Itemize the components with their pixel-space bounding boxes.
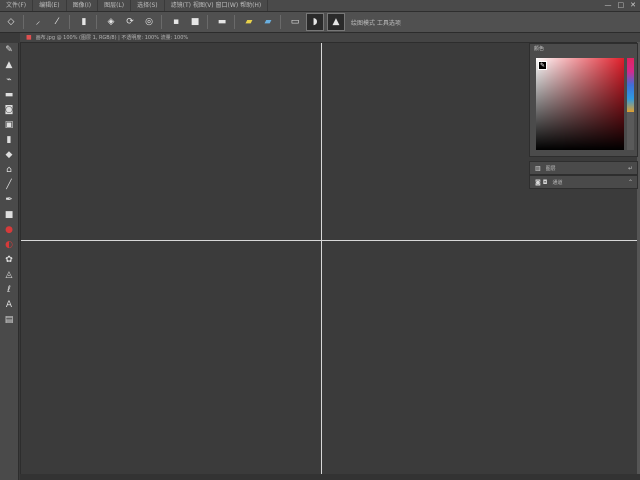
menu-more[interactable]: 滤镜(T) 视图(V) 窗口(W) 帮助(H) (165, 0, 269, 11)
options-bar: ■ 画布.jpg @ 100% (图层 1, RGB/8) | 不透明度: 10… (20, 33, 640, 42)
doc-close-icon[interactable]: ■ (26, 34, 32, 41)
crop-icon[interactable]: ◈ (103, 14, 119, 30)
hue-slider-track (627, 112, 634, 150)
menu-image[interactable]: 图像(I) (67, 0, 99, 11)
main-toolbar: ◇ ⸝ ⁄ ▮ ◈ ⟳ ◎ ▪ ■ ▬ ▰ ▰ ▭ ◗ ▲ 绘图模式 工具选项 (0, 12, 640, 33)
lasso-icon[interactable]: ▮ (76, 14, 92, 30)
minimize-button[interactable]: — (605, 0, 612, 11)
background-color-icon[interactable]: ● (0, 223, 18, 238)
channels-icon: ◙ ◘ (535, 178, 548, 186)
maximize-button[interactable]: □ (618, 0, 625, 11)
foreground-color-icon[interactable]: ■ (0, 208, 18, 223)
mask-icon[interactable]: ▲ (327, 13, 345, 31)
color-field[interactable]: ✎ (536, 58, 624, 150)
channels-panel-row[interactable]: ◙ ◘ 通道 ⌃ (529, 175, 638, 189)
text-icon[interactable]: ▬ (214, 14, 230, 30)
layers-row-label: 图层 (545, 165, 556, 172)
shape-icon[interactable]: ▰ (260, 14, 276, 30)
menu-select[interactable]: 选择(S) (131, 0, 165, 11)
picker-marker-icon[interactable]: ✎ (538, 61, 547, 70)
expand-icon[interactable]: ↵ (628, 165, 633, 172)
type-tool-icon[interactable]: ℓ (0, 283, 18, 298)
menu-layer[interactable]: 图层(L) (98, 0, 132, 11)
menu-edit[interactable]: 编辑(E) (33, 0, 67, 11)
hue-slider[interactable] (627, 58, 634, 112)
layers-panel-row[interactable]: ▥ 图层 ↵ (529, 161, 638, 175)
wand-tool-icon[interactable]: ▬ (0, 88, 18, 103)
pencil-icon[interactable]: ⸝ (30, 14, 46, 30)
toolbar-divider (234, 15, 235, 29)
move-tool-icon[interactable]: ✎ (0, 43, 18, 58)
window-controls: — □ ✕ (605, 0, 637, 11)
color-panel: 颜色 ✎ (529, 43, 638, 157)
toolbar-divider (207, 15, 208, 29)
status-bar (20, 474, 640, 480)
move-icon[interactable]: ▪ (168, 14, 184, 30)
toolbar-divider (161, 15, 162, 29)
fill-icon[interactable]: ◎ (141, 14, 157, 30)
folder-icon[interactable]: ▰ (241, 14, 257, 30)
zoom-icon[interactable]: ■ (187, 14, 203, 30)
brush-icon[interactable]: ◇ (3, 14, 19, 30)
brush-tool-icon[interactable]: ╱ (0, 178, 18, 193)
swatch-icon[interactable]: ▭ (287, 14, 303, 30)
eyedropper-tool-icon[interactable]: ▣ (0, 118, 18, 133)
pen-tool-icon[interactable]: ✒ (0, 193, 18, 208)
heal-tool-icon[interactable]: ▮ (0, 133, 18, 148)
crop-tool-icon[interactable]: ◙ (0, 103, 18, 118)
hand-tool-icon[interactable]: ▤ (0, 313, 18, 328)
eraser-tool-icon[interactable]: ◆ (0, 148, 18, 163)
vertical-guide[interactable] (321, 43, 322, 475)
color-panel-title: 颜色 (534, 46, 545, 52)
toolbar-divider (96, 15, 97, 29)
menu-file[interactable]: 文件(F) (0, 0, 34, 11)
layers-icon: ▥ (535, 164, 541, 172)
select-icon[interactable]: ⟳ (122, 14, 138, 30)
path-tool-icon[interactable]: ◬ (0, 268, 18, 283)
smudge-tool-icon[interactable]: ⌂ (0, 163, 18, 178)
document-tab-label[interactable]: 画布.jpg @ 100% (图层 1, RGB/8) | 不透明度: 100%… (36, 34, 188, 41)
gradient-tool-icon[interactable]: ◐ (0, 238, 18, 253)
shape-tool-icon[interactable]: A (0, 298, 18, 313)
menu-bar: 文件(F) 编辑(E) 图像(I) 图层(L) 选择(S) 滤镜(T) 视图(V… (0, 0, 640, 12)
channels-row-label: 通道 (552, 179, 563, 186)
toolbar-label: 绘图模式 工具选项 (351, 19, 401, 27)
close-button[interactable]: ✕ (630, 0, 636, 11)
toolbar-divider (23, 15, 24, 29)
marquee-tool-icon[interactable]: ▲ (0, 58, 18, 73)
horizontal-guide[interactable] (21, 240, 639, 241)
dodge-tool-icon[interactable]: ✿ (0, 253, 18, 268)
toolbar-divider (69, 15, 70, 29)
eraser-icon[interactable]: ⁄ (49, 14, 65, 30)
color-icon[interactable]: ◗ (306, 13, 324, 31)
lasso-tool-icon[interactable]: ⌁ (0, 73, 18, 88)
collapse-icon[interactable]: ⌃ (628, 179, 633, 186)
toolbar-divider (280, 15, 281, 29)
tool-box: ✎ ▲ ⌁ ▬ ◙ ▣ ▮ ◆ ⌂ ╱ ✒ ■ ● ◐ ✿ ◬ ℓ A ▤ (0, 43, 19, 480)
